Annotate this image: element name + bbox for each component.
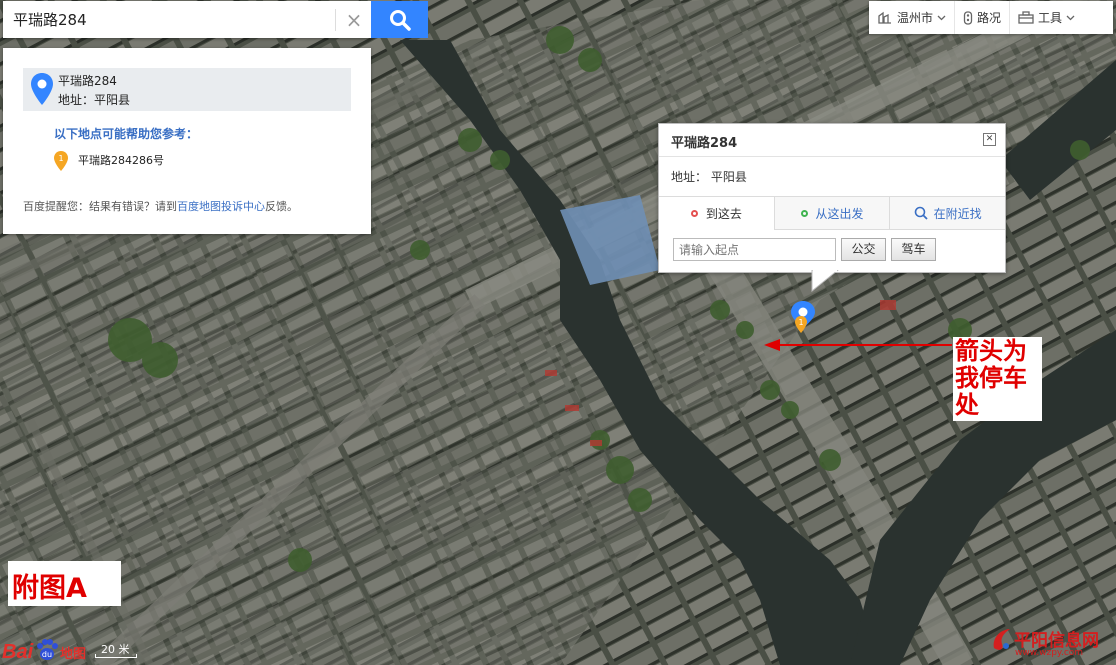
feedback-prefix: 百度提醒您：结果有错误？请到 [23, 200, 177, 213]
close-icon: × [345, 8, 363, 32]
tools-label: 工具 [1038, 11, 1063, 25]
suggest-item-label: 平瑞路284286号 [78, 154, 164, 167]
city-label: 温州市 [897, 11, 934, 25]
watermark-logo-icon [993, 629, 1010, 650]
tab-search-nearby[interactable]: 在附近找 [889, 197, 1005, 229]
tab-start-here[interactable]: 从这出发 [773, 197, 890, 229]
search-box: × [3, 1, 371, 38]
search-icon [390, 10, 411, 31]
result-title: 平瑞路284 [58, 74, 117, 88]
tab-search-nearby-label: 在附近找 [933, 206, 982, 221]
complaint-center-link[interactable]: 百度地图投诉中心 [177, 200, 265, 213]
suggest-heading: 以下地点可能帮助您参考： [54, 127, 199, 141]
site-watermark: 平阳信息网 www.wzpy.com [988, 624, 1114, 664]
info-window-address: 地址： 平阳县 [671, 170, 747, 184]
city-icon [878, 11, 891, 24]
annotation-note-box: 箭头为我停车处 [953, 337, 1042, 421]
pin-number: 1 [58, 154, 63, 163]
info-window-pointer [811, 270, 839, 292]
feedback-text: 百度提醒您：结果有错误？请到百度地图投诉中心反馈。 [23, 198, 298, 214]
figure-label: 附图A [12, 573, 87, 604]
green-dot-icon [800, 209, 808, 217]
map-toolbar: 温州市 路况 工具 [869, 1, 1113, 34]
nearby-search-icon [914, 206, 928, 220]
clear-search-button[interactable]: × [335, 9, 372, 31]
route-tabs: 到这去 从这出发 在附近找 [659, 196, 1005, 230]
watermark-url: www.wzpy.com [1015, 648, 1084, 658]
numbered-pin-icon: 1 [54, 151, 68, 171]
marker-number: 1 [798, 318, 803, 327]
tools-menu-button[interactable]: 工具 [1009, 1, 1083, 34]
logo-map-text: 地图 [60, 647, 87, 662]
result-address: 地址：平阳县 [58, 93, 131, 107]
city-selector[interactable]: 温州市 [869, 1, 954, 34]
annotation-note: 箭头为我停车处 [955, 336, 1027, 419]
result-item[interactable]: 平瑞路284 地址：平阳县 [23, 68, 351, 111]
chevron-down-icon [1066, 15, 1075, 20]
bus-route-button[interactable]: 公交 [841, 238, 886, 261]
tab-start-here-label: 从这出发 [815, 206, 864, 221]
tab-go-here[interactable]: 到这去 [659, 197, 774, 230]
drive-route-button[interactable]: 驾车 [891, 238, 936, 261]
traffic-light-icon [963, 10, 973, 25]
search-result-panel: 平瑞路284 地址：平阳县 以下地点可能帮助您参考： 1 平瑞路284286号 … [3, 48, 371, 234]
red-dot-icon [690, 209, 698, 217]
tab-go-here-label: 到这去 [705, 206, 742, 221]
scale-line [95, 654, 137, 658]
location-pin-icon [31, 73, 53, 105]
traffic-button[interactable]: 路况 [954, 1, 1009, 34]
search-button[interactable] [371, 1, 428, 38]
start-point-input[interactable] [673, 238, 836, 261]
divider [659, 156, 1005, 157]
map-location-marker[interactable]: 1 [789, 300, 817, 338]
logo-du: du [42, 650, 52, 659]
feedback-suffix: 反馈。 [265, 200, 298, 213]
traffic-label: 路况 [977, 11, 1002, 25]
close-icon: ✕ [985, 134, 994, 144]
figure-label-box: 附图A [8, 561, 121, 606]
toolbox-icon [1018, 11, 1034, 24]
info-window-title: 平瑞路284 [671, 136, 738, 151]
logo-text: Bai [2, 641, 33, 664]
logo-bai: Bai [2, 641, 34, 663]
close-info-window-button[interactable]: ✕ [983, 133, 996, 146]
search-input[interactable] [3, 1, 331, 38]
scale-bar: 20 米 [95, 643, 137, 658]
info-window: 平瑞路284 ✕ 地址： 平阳县 到这去 从这出发 在附近找 公交 驾车 [658, 123, 1006, 273]
chevron-down-icon [937, 15, 946, 20]
baidu-paw-icon: du [37, 639, 58, 660]
